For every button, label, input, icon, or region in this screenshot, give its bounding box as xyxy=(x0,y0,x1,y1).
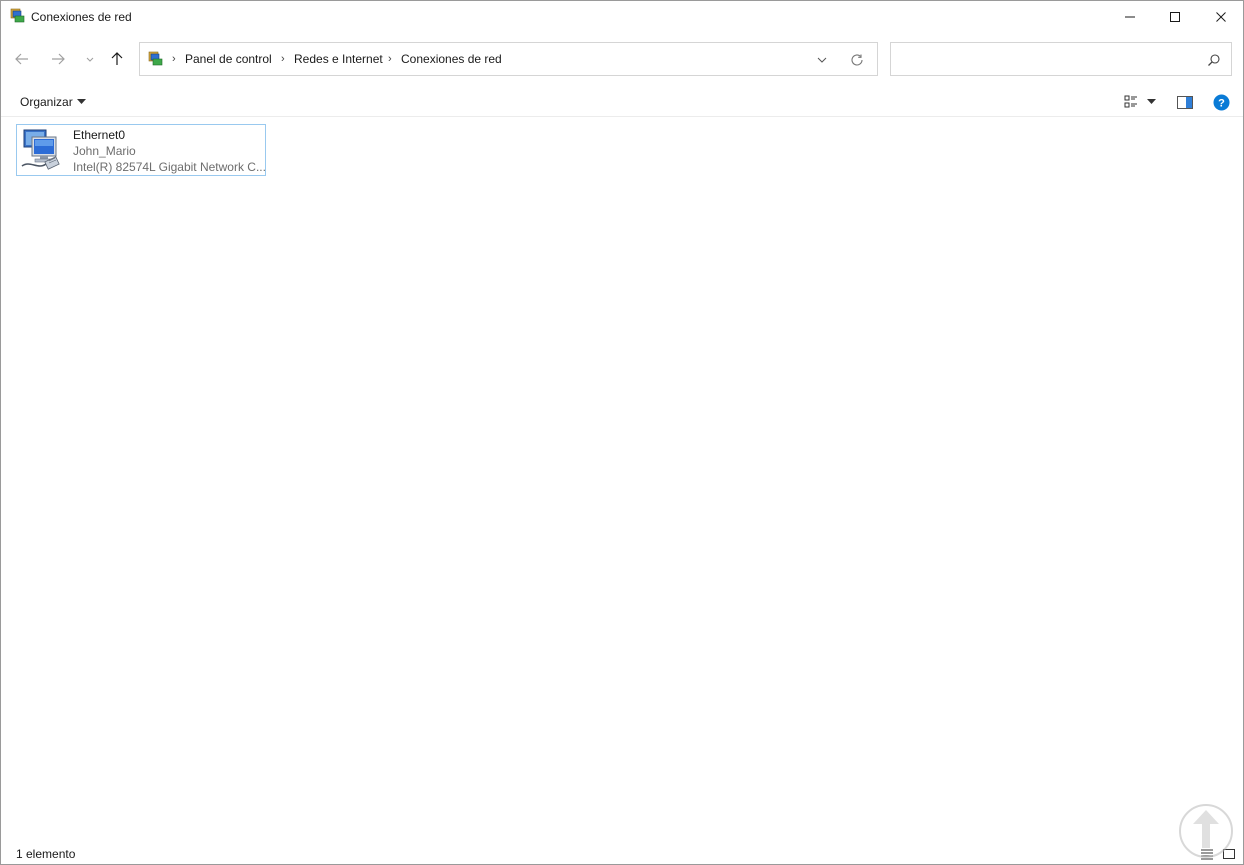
minimize-icon xyxy=(1125,16,1135,17)
recent-locations-button[interactable] xyxy=(78,47,102,71)
help-button[interactable]: ? xyxy=(1212,93,1230,111)
search-input[interactable] xyxy=(899,50,1189,70)
preview-pane-icon xyxy=(1177,95,1193,109)
organize-label: Organizar xyxy=(20,95,73,109)
forward-button[interactable] xyxy=(46,47,70,71)
search-icon xyxy=(1208,54,1220,66)
arrow-right-icon xyxy=(52,53,65,65)
watermark-logo xyxy=(1179,804,1233,858)
connection-adapter-name: Intel(R) 82574L Gigabit Network C... xyxy=(73,160,266,174)
arrow-left-icon xyxy=(15,53,28,65)
svg-text:?: ? xyxy=(1218,97,1225,109)
address-bar[interactable]: › Panel de control › Redes e Internet › … xyxy=(139,42,878,76)
preview-pane-button[interactable] xyxy=(1176,93,1194,111)
connection-network-name: John_Mario xyxy=(73,144,136,158)
command-bar: Organizar ? xyxy=(1,87,1243,117)
change-view-button[interactable] xyxy=(1123,93,1139,111)
chevron-right-icon[interactable]: › xyxy=(281,53,285,65)
organize-menu-button[interactable]: Organizar xyxy=(20,95,86,109)
maximize-button[interactable] xyxy=(1152,1,1198,32)
chevron-down-icon xyxy=(817,57,827,63)
help-icon: ? xyxy=(1213,94,1229,110)
chevron-down-icon xyxy=(86,57,94,62)
window: Conexiones de red › Panel de control › R… xyxy=(0,0,1244,865)
chevron-right-icon[interactable]: › xyxy=(388,53,392,65)
up-button[interactable] xyxy=(105,47,129,71)
minimize-button[interactable] xyxy=(1107,1,1153,32)
breadcrumb-network-connections[interactable]: Conexiones de red xyxy=(401,52,502,66)
ethernet-adapter-icon xyxy=(21,129,60,170)
arrow-up-icon xyxy=(111,52,123,65)
refresh-button[interactable] xyxy=(846,50,868,70)
control-panel-icon xyxy=(148,51,163,66)
network-connections-app-icon xyxy=(10,8,25,23)
breadcrumb-network-internet[interactable]: Redes e Internet xyxy=(294,52,383,66)
caret-down-icon xyxy=(1146,99,1156,104)
status-bar: 1 elemento xyxy=(1,841,1243,865)
caret-down-icon xyxy=(76,99,86,104)
refresh-icon xyxy=(851,54,863,66)
close-icon xyxy=(1216,11,1226,22)
back-button[interactable] xyxy=(10,47,34,71)
address-history-button[interactable] xyxy=(812,51,832,69)
search-box[interactable] xyxy=(890,42,1232,76)
chevron-right-icon: › xyxy=(172,53,176,65)
view-options-icon xyxy=(1124,95,1137,108)
window-title: Conexiones de red xyxy=(31,10,132,24)
connection-name: Ethernet0 xyxy=(73,128,126,142)
item-count: 1 elemento xyxy=(16,847,76,861)
close-button[interactable] xyxy=(1198,1,1244,32)
maximize-icon xyxy=(1170,11,1180,22)
title-bar: Conexiones de red xyxy=(1,1,1243,32)
navigation-bar: › Panel de control › Redes e Internet › … xyxy=(1,41,1243,77)
breadcrumb-control-panel[interactable]: Panel de control xyxy=(185,52,272,66)
network-connection-item[interactable]: Ethernet0 John_Mario Intel(R) 82574L Gig… xyxy=(16,124,266,176)
view-menu-button[interactable] xyxy=(1145,93,1157,111)
content-area: Ethernet0 John_Mario Intel(R) 82574L Gig… xyxy=(1,118,1243,838)
